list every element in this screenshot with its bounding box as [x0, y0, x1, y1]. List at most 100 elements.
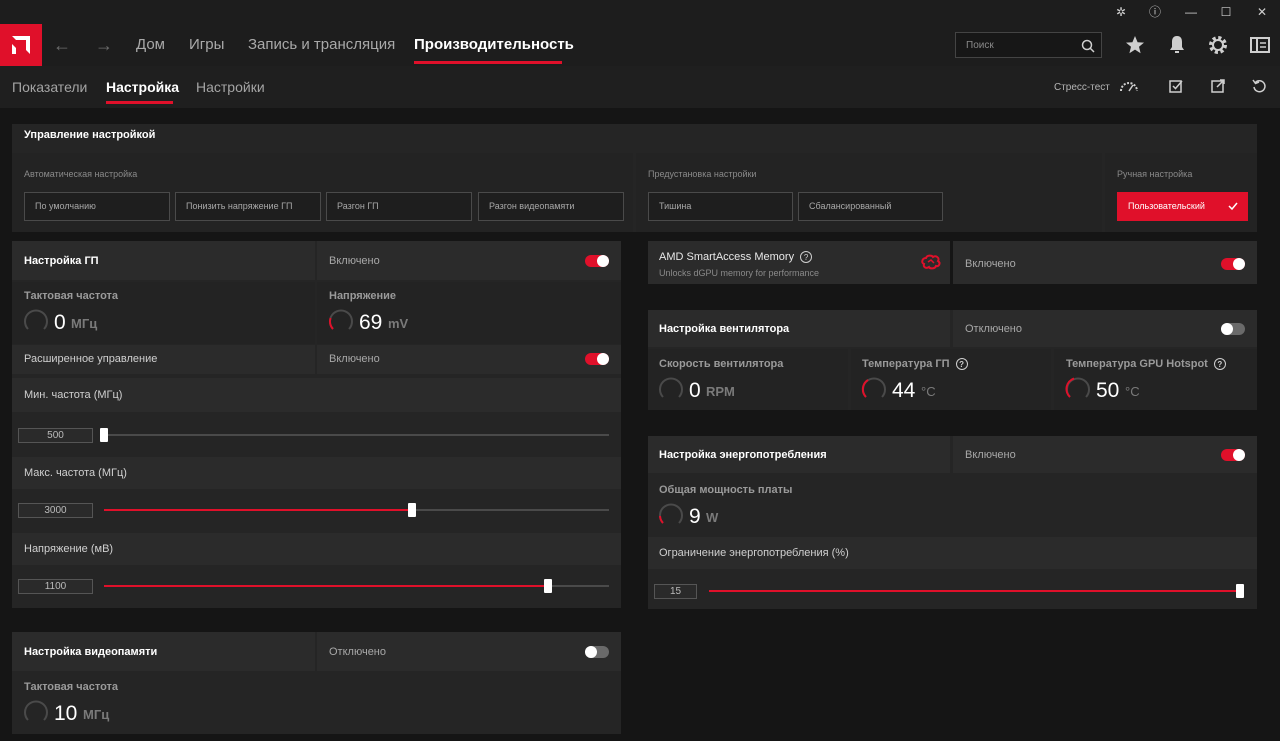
amd-logo-icon[interactable] — [0, 24, 42, 66]
power-limit-label: Ограничение энергопотребления (%) — [659, 547, 849, 559]
max-freq-label: Макс. частота (МГц) — [24, 467, 127, 479]
export-check-icon[interactable] — [1168, 78, 1184, 94]
vram-tuning-toggle[interactable] — [585, 646, 609, 658]
gpu-tuning-title: Настройка ГП — [24, 255, 99, 267]
fan-tuning-title: Настройка вентилятора — [659, 323, 790, 335]
hotspot-temp-label-wrap: Температура GPU Hotspot? — [1066, 358, 1226, 371]
search-input[interactable]: Поиск — [955, 32, 1102, 58]
power-limit-slider-fill — [709, 590, 1240, 592]
search-placeholder: Поиск — [966, 40, 994, 51]
gpu-clock-unit: МГц — [71, 316, 98, 331]
board-power-gauge — [659, 503, 683, 524]
gpu-temp-gauge — [861, 377, 886, 398]
vram-tuning-title: Настройка видеопамяти — [24, 646, 158, 658]
min-freq-slider-thumb[interactable] — [100, 428, 108, 442]
close-icon[interactable]: ✕ — [1251, 3, 1273, 21]
fan-speed-value: 0 — [689, 379, 701, 402]
vram-clock-unit: МГц — [83, 707, 110, 722]
board-power-label: Общая мощность платы — [659, 484, 793, 496]
gpu-tuning-state: Включено — [329, 255, 380, 267]
stress-test-gauge-icon[interactable] — [1118, 78, 1140, 94]
balanced-preset-button[interactable]: Сбалансированный — [798, 192, 943, 221]
help-icon[interactable]: ? — [955, 358, 968, 371]
quiet-preset-button[interactable]: Тишина — [648, 192, 793, 221]
nav-active-underline — [414, 61, 562, 64]
sidebar-icon[interactable] — [1248, 33, 1272, 57]
max-freq-input[interactable]: 3000 — [18, 503, 93, 518]
fan-tuning-state: Отключено — [965, 323, 1022, 335]
gpu-temp-label: Температура ГП — [862, 358, 950, 370]
overclock-vram-button[interactable]: Разгон видеопамяти — [478, 192, 624, 221]
power-tuning-toggle[interactable] — [1221, 449, 1245, 461]
window-titlebar: ✲ ⓘ — ☐ ✕ — [0, 0, 1280, 24]
gear-icon[interactable] — [1206, 33, 1230, 57]
voltage-mv-input[interactable]: 1100 — [18, 579, 93, 594]
hotspot-temp-unit: °C — [1125, 384, 1140, 399]
forward-arrow-icon[interactable]: → — [94, 34, 114, 56]
preset-tuning-label: Предустановка настройки — [648, 169, 757, 179]
sam-title: AMD SmartAccess Memory — [659, 251, 795, 263]
tab-metrics[interactable]: Показатели — [12, 79, 87, 95]
bell-icon[interactable] — [1165, 33, 1189, 57]
sam-toggle[interactable] — [1221, 258, 1245, 270]
bug-icon[interactable]: ✲ — [1110, 3, 1132, 21]
search-icon[interactable] — [1081, 39, 1095, 53]
tab-tuning[interactable]: Настройка — [106, 79, 179, 95]
voltage-mv-slider-thumb[interactable] — [544, 579, 553, 593]
min-freq-input[interactable]: 500 — [18, 428, 93, 443]
gpu-clock-gauge — [24, 309, 48, 330]
minimize-icon[interactable]: — — [1180, 3, 1202, 21]
advanced-control-toggle[interactable] — [585, 353, 609, 365]
help-icon[interactable]: ⓘ — [1144, 3, 1166, 21]
power-limit-input[interactable]: 15 — [654, 584, 697, 599]
default-button[interactable]: По умолчанию — [24, 192, 170, 221]
reset-icon[interactable] — [1251, 78, 1267, 94]
overclock-gpu-button[interactable]: Разгон ГП — [326, 192, 472, 221]
power-limit-slider-thumb[interactable] — [1236, 584, 1244, 598]
undervolt-gpu-button[interactable]: Понизить напряжение ГП — [175, 192, 321, 221]
gpu-tuning-toggle[interactable] — [585, 255, 609, 267]
gpu-voltage-value: 69 — [359, 311, 383, 334]
stress-test-label[interactable]: Стресс-тест — [1054, 82, 1110, 93]
power-tuning-title: Настройка энергопотребления — [659, 449, 827, 461]
nav-home[interactable]: Дом — [136, 36, 165, 53]
nav-games[interactable]: Игры — [189, 36, 224, 53]
tuning-control-title: Управление настройкой — [24, 129, 156, 141]
board-power-value: 9 — [689, 505, 701, 528]
help-icon[interactable]: ? — [800, 251, 813, 264]
sam-subtitle: Unlocks dGPU memory for performance — [659, 268, 820, 278]
sam-state: Включено — [965, 258, 1016, 270]
min-freq-slider-track[interactable] — [104, 434, 609, 436]
hotspot-temp-label: Температура GPU Hotspot — [1066, 358, 1208, 370]
gpu-voltage-unit: mV — [388, 316, 409, 331]
help-icon[interactable]: ? — [1213, 358, 1226, 371]
hotspot-temp-gauge — [1065, 377, 1090, 398]
min-freq-label: Мин. частота (МГц) — [24, 389, 123, 401]
gpu-clock-label: Тактовая частота — [24, 290, 119, 302]
nav-performance[interactable]: Производительность — [414, 36, 574, 53]
gpu-temp-unit: °C — [921, 384, 936, 399]
brain-icon — [921, 254, 941, 270]
gpu-voltage-label: Напряжение — [329, 290, 396, 302]
gpu-voltage-gauge — [329, 309, 353, 330]
max-freq-slider-thumb[interactable] — [408, 503, 416, 517]
maximize-icon[interactable]: ☐ — [1215, 3, 1237, 21]
vram-clock-gauge — [24, 700, 48, 721]
voltage-mv-slider-fill — [104, 585, 549, 587]
tab-settings[interactable]: Настройки — [196, 79, 265, 95]
checkmark-icon — [1228, 202, 1238, 211]
hotspot-temp-value: 50 — [1096, 379, 1120, 402]
star-icon[interactable] — [1123, 33, 1147, 57]
vram-clock-label: Тактовая частота — [24, 681, 119, 693]
vram-tuning-state: Отключено — [329, 646, 386, 658]
nav-record-stream[interactable]: Запись и трансляция — [248, 36, 395, 53]
back-arrow-icon[interactable]: ← — [52, 34, 72, 56]
custom-button[interactable]: Пользовательский — [1117, 192, 1248, 221]
voltage-mv-label: Напряжение (мВ) — [24, 543, 114, 555]
advanced-control-label: Расширенное управление — [24, 353, 158, 365]
subtab-active-underline — [106, 101, 173, 104]
fan-tuning-toggle[interactable] — [1221, 323, 1245, 335]
share-icon[interactable] — [1210, 78, 1226, 94]
fan-speed-gauge — [659, 377, 683, 398]
manual-tuning-label: Ручная настройка — [1117, 169, 1193, 179]
